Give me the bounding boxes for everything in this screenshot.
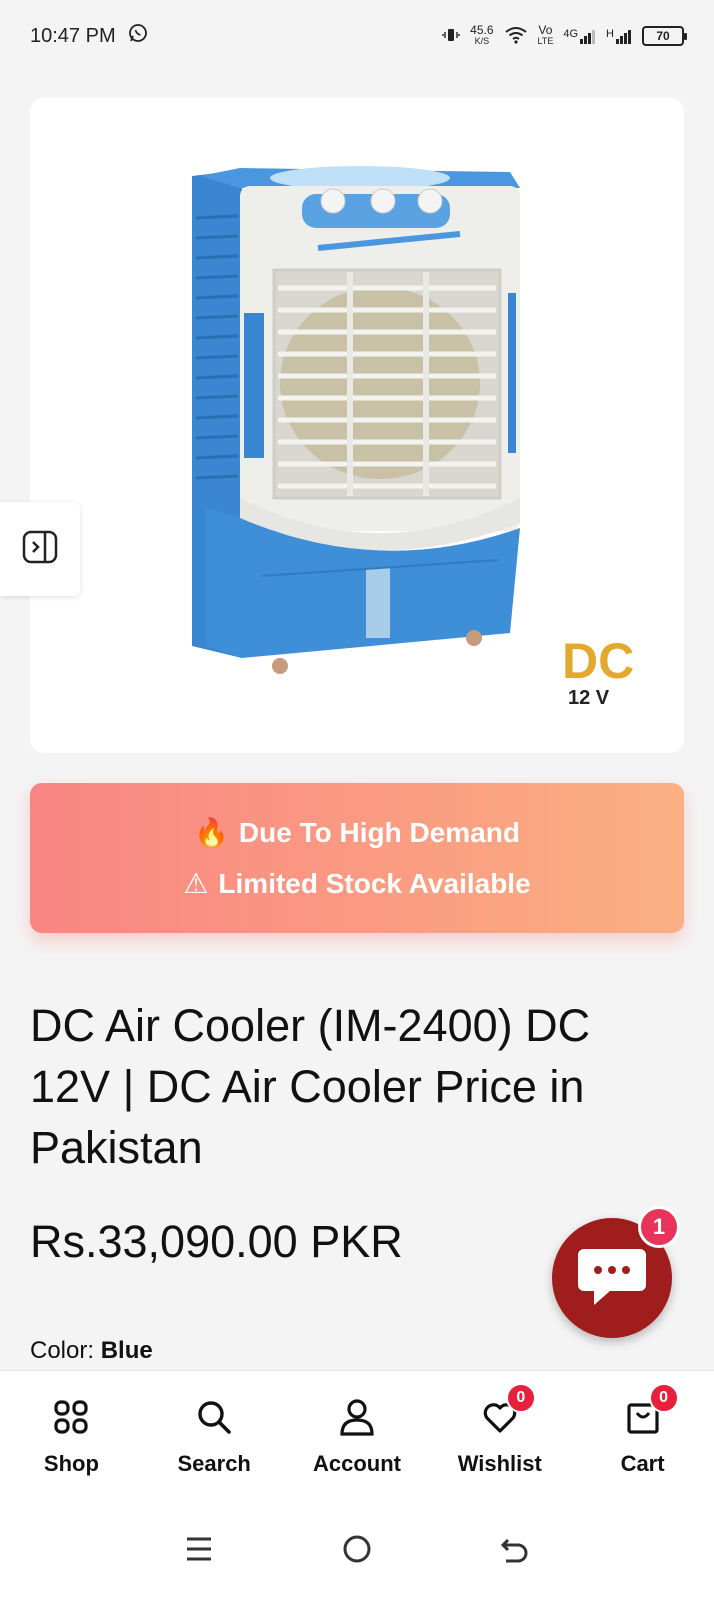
color-value: Blue [100, 1337, 153, 1364]
status-time: 10:47 PM [30, 24, 116, 47]
signal-4g: 4G [563, 28, 596, 44]
chat-bubble-icon [576, 1245, 648, 1312]
heart-icon: 0 [480, 1383, 536, 1437]
volte-top: Vo [538, 23, 553, 37]
nav-search-label: Search [177, 1451, 251, 1476]
nav-search[interactable]: Search [144, 1397, 284, 1477]
demand-line-1-text: Due To High Demand [238, 816, 520, 848]
back-icon[interactable] [500, 1534, 530, 1569]
signal-h: H [606, 28, 632, 44]
status-indicators: 45.6 K/S Vo LTE 4G H 70 [442, 23, 687, 47]
wifi-icon [504, 26, 528, 47]
home-icon[interactable] [341, 1533, 373, 1570]
warning-icon: ⚠ [183, 868, 209, 899]
product-title: DC Air Cooler (IM-2400) DC 12V | DC Air … [30, 1000, 591, 1173]
side-drawer-toggle[interactable] [0, 502, 80, 596]
demand-line-2-text: Limited Stock Available [218, 867, 531, 899]
nav-wishlist[interactable]: 0 Wishlist [430, 1383, 570, 1477]
vibrate-icon [442, 26, 460, 47]
nav-shop[interactable]: Shop [1, 1397, 141, 1477]
demand-line-1: 🔥 Due To High Demand [194, 816, 520, 849]
battery-icon: 70 [642, 26, 687, 46]
network-4g-label: 4G [563, 28, 579, 40]
system-nav-bar [0, 1503, 714, 1599]
side-panel-icon [22, 530, 58, 569]
product-price: Rs.33,090.00 PKR [30, 1216, 403, 1267]
grid-icon [51, 1397, 91, 1437]
demand-banner: 🔥 Due To High Demand ⚠ Limited Stock Ava… [30, 783, 684, 933]
wishlist-count-badge: 0 [505, 1383, 536, 1413]
nav-account-label: Account [312, 1451, 401, 1476]
nav-wishlist-label: Wishlist [457, 1451, 542, 1476]
demand-line-2: ⚠ Limited Stock Available [183, 867, 530, 900]
net-speed: 45.6 K/S [470, 23, 494, 47]
color-label: Color: [30, 1337, 95, 1364]
color-selector-label: Color: Blue [30, 1337, 153, 1365]
volte-bottom: LTE [537, 36, 554, 46]
nav-shop-label: Shop [43, 1451, 99, 1476]
volte-indicator: Vo LTE [537, 23, 554, 47]
bottom-nav: Shop Search Account 0 Wishlist 0 Cart [0, 1370, 714, 1503]
cart-count-badge: 0 [648, 1383, 679, 1413]
chat-unread-badge: 1 [638, 1206, 680, 1248]
nav-cart[interactable]: 0 Cart [573, 1383, 713, 1477]
user-icon [337, 1397, 377, 1437]
product-image: DC 12 V [192, 166, 634, 709]
dc-logo-text: DC [562, 633, 634, 689]
network-h-label: H [606, 28, 614, 40]
whatsapp-icon [128, 23, 148, 49]
dc-logo-voltage: 12 V [568, 687, 610, 709]
nav-cart-label: Cart [620, 1451, 665, 1476]
status-time-group: 10:47 PM [30, 23, 148, 49]
signal-bars-icon [616, 30, 631, 44]
net-speed-value: 45.6 [470, 23, 494, 37]
signal-bars-icon [580, 30, 596, 44]
recent-apps-icon[interactable] [184, 1535, 214, 1568]
battery-level: 70 [656, 29, 670, 43]
net-speed-unit: K/S [474, 36, 490, 46]
nav-account[interactable]: Account [287, 1397, 427, 1477]
cart-icon: 0 [623, 1383, 679, 1437]
status-bar: 10:47 PM 45.6 K/S Vo LTE 4G H 70 [0, 0, 714, 72]
product-image-card[interactable]: DC 12 V [30, 98, 684, 753]
fire-icon: 🔥 [194, 817, 229, 848]
search-icon [194, 1397, 234, 1437]
